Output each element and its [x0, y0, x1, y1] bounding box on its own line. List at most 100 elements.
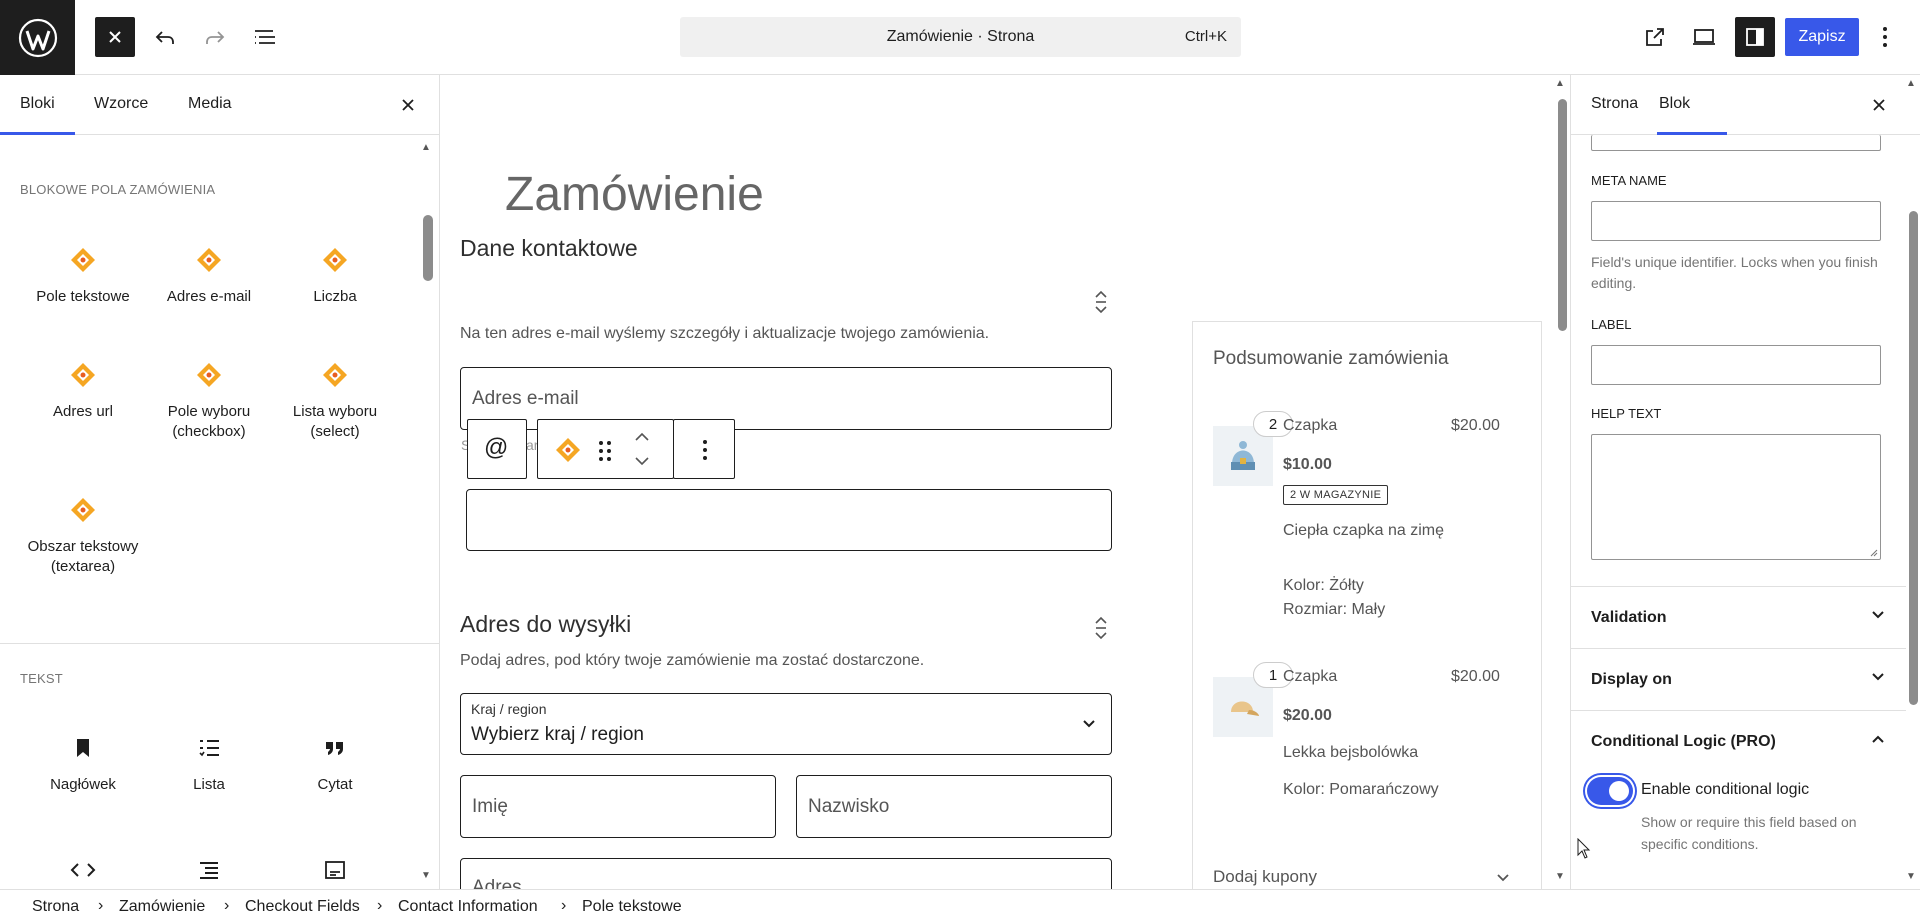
- block-options-button[interactable]: [673, 419, 735, 479]
- label-input[interactable]: [1591, 345, 1881, 385]
- help-text-textarea[interactable]: [1591, 434, 1881, 560]
- options-menu-button[interactable]: [1870, 17, 1900, 57]
- move-arrows-icon[interactable]: [1093, 288, 1109, 316]
- breadcrumb-item[interactable]: Zamówienie: [119, 898, 205, 916]
- block-quote[interactable]: Cytat: [272, 733, 398, 795]
- document-title: Zamówienie · Strona: [886, 28, 1035, 45]
- view-page-button[interactable]: [1635, 17, 1675, 57]
- canvas-scrollbar[interactable]: [1558, 99, 1567, 331]
- move-up-icon[interactable]: [633, 430, 651, 444]
- chevron-down-icon[interactable]: [1495, 872, 1511, 884]
- scroll-up-arrow[interactable]: ▲: [421, 142, 431, 153]
- tab-patterns[interactable]: Wzorce: [94, 95, 148, 113]
- coupon-toggle[interactable]: Dodaj kupony: [1213, 867, 1317, 887]
- breadcrumb-item[interactable]: Checkout Fields: [245, 898, 360, 916]
- editor-canvas: Zamówienie Dane kontaktowe Na ten adres …: [440, 75, 1570, 889]
- block-heading[interactable]: Nagłówek: [20, 733, 146, 795]
- tab-page[interactable]: Strona: [1591, 95, 1638, 113]
- contact-section-title[interactable]: Dane kontaktowe: [460, 235, 638, 262]
- breadcrumb-item[interactable]: Strona: [32, 898, 79, 916]
- redo-button[interactable]: [195, 17, 235, 57]
- block-select[interactable]: Lista wyboru (select): [272, 360, 398, 442]
- redo-icon: [206, 31, 225, 44]
- close-inserter-icon[interactable]: [400, 97, 416, 113]
- previous-field-input-bottom[interactable]: [1591, 135, 1881, 151]
- shipping-section-title[interactable]: Adres do wysyłki: [460, 611, 631, 638]
- product-total: $20.00: [1451, 417, 1500, 434]
- chevron-up-icon: [1872, 735, 1884, 743]
- product-attribute: Kolor: Żółty: [1283, 577, 1364, 594]
- block-preformatted[interactable]: [272, 855, 398, 889]
- code-icon: [20, 855, 146, 885]
- last-name-field[interactable]: Nazwisko: [796, 775, 1112, 838]
- save-button[interactable]: Zapisz: [1785, 18, 1859, 56]
- more-vertical-icon: [703, 440, 707, 460]
- settings-toggle-button[interactable]: [1735, 17, 1775, 57]
- tab-block[interactable]: Blok: [1659, 95, 1690, 113]
- chevron-right-icon: ›: [561, 897, 567, 914]
- move-down-icon[interactable]: [633, 454, 651, 468]
- conditional-logic-panel[interactable]: Conditional Logic (PRO) Enable condition…: [1571, 710, 1906, 889]
- block-plugin-icon: [146, 360, 272, 390]
- page-title[interactable]: Zamówienie: [505, 167, 764, 222]
- details-icon: [146, 855, 272, 885]
- block-label: Adres e-mail: [166, 288, 252, 305]
- conditional-logic-toggle[interactable]: [1587, 777, 1633, 805]
- settings-scrollbar[interactable]: [1909, 211, 1918, 705]
- selected-text-field[interactable]: [466, 489, 1112, 551]
- scroll-down-arrow[interactable]: ▼: [421, 870, 431, 881]
- product-price: $20.00: [1283, 707, 1332, 724]
- breadcrumb-item[interactable]: Contact Information: [398, 898, 538, 916]
- contact-section-subtitle: Na ten adres e-mail wyślemy szczegóły i …: [460, 325, 990, 342]
- address-field[interactable]: Adres: [460, 858, 1112, 889]
- scroll-up-arrow[interactable]: ▲: [1555, 78, 1565, 89]
- block-textarea[interactable]: Obszar tekstowy (textarea): [20, 495, 146, 577]
- bookmark-icon: [20, 733, 146, 763]
- document-overview-button[interactable]: [245, 17, 285, 57]
- block-code[interactable]: [20, 855, 146, 889]
- tab-media[interactable]: Media: [188, 95, 232, 113]
- block-url[interactable]: Adres url: [20, 360, 146, 422]
- block-details[interactable]: [146, 855, 272, 889]
- country-select[interactable]: Kraj / region Wybierz kraj / region: [460, 693, 1112, 755]
- toggle-help: Show or require this field based on spec…: [1641, 814, 1857, 852]
- inserter-scrollbar[interactable]: [423, 215, 433, 281]
- block-plugin-icon[interactable]: [553, 435, 583, 465]
- scroll-down-arrow[interactable]: ▼: [1555, 871, 1565, 882]
- block-list[interactable]: Lista: [146, 733, 272, 795]
- product-description: Lekka bejsbolówka: [1283, 744, 1419, 761]
- beanie-icon: [1231, 441, 1255, 470]
- block-inserter-panel: Bloki Wzorce Media ▲ ▼ BLOKOWE POLA ZAMÓ…: [0, 75, 440, 889]
- close-inserter-button[interactable]: [95, 17, 135, 57]
- wordpress-logo-icon[interactable]: [0, 0, 75, 75]
- scroll-up-arrow[interactable]: ▲: [1906, 78, 1916, 89]
- undo-button[interactable]: [145, 17, 185, 57]
- stock-badge: 2 W MAGAZYNIE: [1283, 485, 1389, 505]
- shortcut-hint: Ctrl+K: [1184, 28, 1227, 45]
- move-arrows-icon[interactable]: [1093, 614, 1109, 642]
- close-icon[interactable]: [1871, 97, 1887, 113]
- address-placeholder: Adres: [472, 877, 522, 889]
- block-text-field[interactable]: Pole tekstowe: [20, 245, 146, 307]
- block-email[interactable]: Adres e-mail: [146, 245, 272, 307]
- category-title-checkout-fields: BLOKOWE POLA ZAMÓWIENIA: [20, 182, 216, 197]
- at-symbol-icon: @: [484, 434, 509, 461]
- meta-name-input[interactable]: [1591, 201, 1881, 241]
- first-name-field[interactable]: Imię: [460, 775, 776, 838]
- more-vertical-icon: [1883, 27, 1887, 47]
- country-value: Wybierz kraj / region: [471, 724, 644, 745]
- device-preview-button[interactable]: [1684, 17, 1724, 57]
- display-on-panel[interactable]: Display on: [1571, 648, 1906, 710]
- command-palette-button[interactable]: Zamówienie · Strona Ctrl+K: [680, 17, 1241, 57]
- scroll-down-arrow[interactable]: ▼: [1906, 871, 1916, 882]
- block-checkbox[interactable]: Pole wyboru (checkbox): [146, 360, 272, 442]
- block-type-button[interactable]: @: [467, 419, 527, 479]
- chevron-right-icon: ›: [98, 897, 104, 914]
- breadcrumb-item: Pole tekstowe: [582, 898, 682, 915]
- block-label: Cytat: [317, 776, 353, 793]
- block-number[interactable]: Liczba: [272, 245, 398, 307]
- validation-panel[interactable]: Validation: [1571, 586, 1906, 648]
- tab-blocks[interactable]: Bloki: [20, 95, 55, 113]
- list-icon: [146, 733, 272, 763]
- drag-handle-icon[interactable]: [598, 440, 612, 462]
